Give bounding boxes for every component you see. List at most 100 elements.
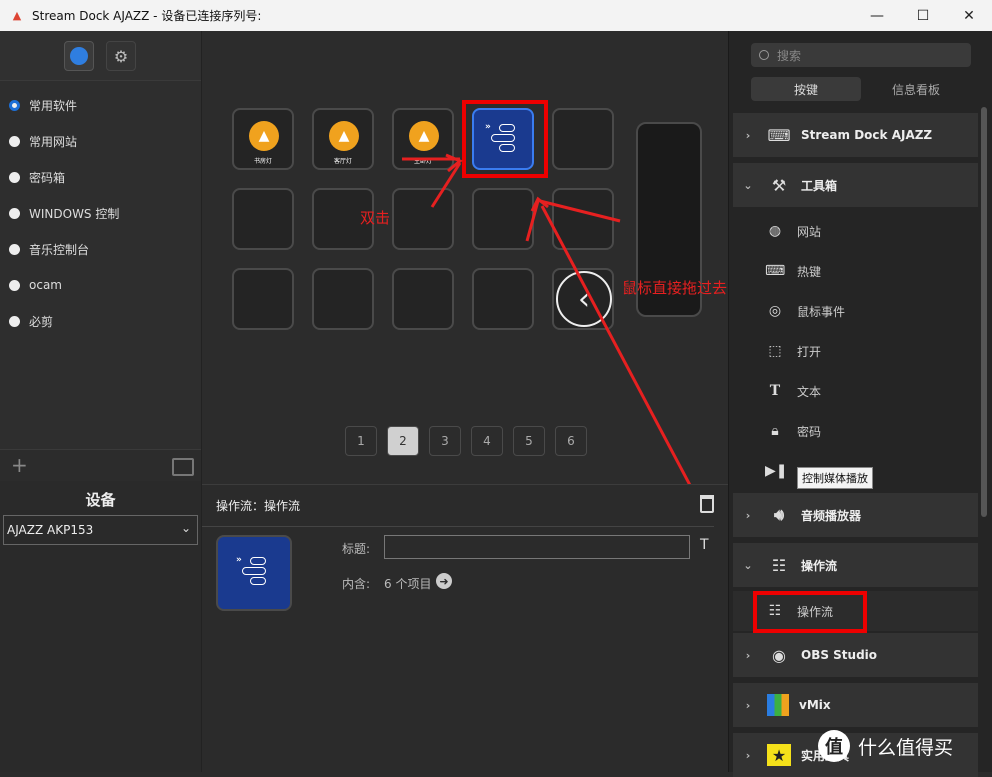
category-audio-player[interactable]: › 🔊︎ 音频播放器 (733, 493, 978, 537)
profile-item[interactable]: 密码箱 (0, 159, 201, 195)
profile-label: 常用软件 (29, 98, 78, 113)
profile-item[interactable]: WINDOWS 控制 (0, 195, 201, 231)
profile-item[interactable]: 音乐控制台 (0, 231, 201, 267)
profile-label: 音乐控制台 (29, 242, 90, 257)
action-label: 打开 (797, 344, 822, 359)
action-open[interactable]: ⬚ 打开 (733, 331, 978, 371)
chevron-right-icon: › (745, 648, 751, 662)
profile-actions-bar: + (0, 449, 201, 481)
tab-dashboard[interactable]: 信息看板 (861, 77, 971, 101)
radio-icon (9, 135, 20, 147)
category-obs[interactable]: › ◉ OBS Studio (733, 633, 978, 677)
profile-toolbar: ⚙ (0, 31, 201, 81)
arrow-right-icon[interactable]: ➜ (436, 573, 452, 589)
scrollbar[interactable] (981, 107, 987, 517)
page-button-active[interactable]: 2 (387, 426, 419, 456)
profile-label: WINDOWS 控制 (29, 206, 120, 221)
annotation-double-click: 双击 (360, 209, 391, 227)
action-password[interactable]: 🔒︎ 密码 (733, 411, 978, 451)
chevron-right-icon: › (745, 748, 751, 762)
close-button[interactable]: ✕ (946, 0, 992, 31)
action-website[interactable]: ◍ 网站 (733, 211, 978, 251)
watermark-text: 什么值得买 (858, 736, 954, 759)
action-label: 热键 (797, 264, 822, 279)
app-icon (70, 47, 88, 65)
contains-value: 6 个项目 (384, 577, 432, 591)
settings-button[interactable]: ⚙ (106, 41, 136, 71)
inspector-header: 操作流：操作流 (202, 485, 714, 527)
category-vmix[interactable]: › vMix (733, 683, 978, 727)
category-label: 操作流 (801, 558, 838, 573)
mouse-icon: ◎ (768, 303, 782, 319)
title-bar: ▲ Stream Dock AJAZZ - 设备已连接序列号: — ☐ ✕ (0, 0, 992, 31)
chevron-right-icon: › (745, 508, 751, 522)
add-profile-button[interactable]: + (11, 453, 28, 477)
play-pause-icon: ▶❚ (765, 463, 788, 479)
utility-icon: ★ (767, 744, 791, 766)
profile-item[interactable]: 常用网站 (0, 123, 201, 159)
text-icon: T (769, 383, 781, 399)
device-select-value: AJAZZ AKP153 (7, 523, 94, 537)
radio-icon (9, 315, 20, 327)
manage-profiles-icon[interactable] (172, 458, 194, 476)
category-label: vMix (799, 698, 831, 712)
radio-icon (9, 171, 20, 183)
category-flow[interactable]: ⌄ ☷ 操作流 (733, 543, 978, 587)
text-format-icon[interactable]: T (700, 537, 709, 553)
title-label: 标题: (342, 542, 371, 556)
action-label: 网站 (797, 224, 822, 239)
annotation-drag: 鼠标直接拖过去 (622, 279, 728, 297)
action-library: 搜索 按键 信息看板 › ⌨ Stream Dock AJAZZ ⌄ ⚒ 工具箱… (728, 31, 992, 777)
profile-item[interactable]: 常用软件 (0, 87, 201, 123)
vmix-icon (767, 694, 789, 716)
action-text[interactable]: T 文本 (733, 371, 978, 411)
trash-icon[interactable] (700, 495, 714, 513)
radio-icon (9, 207, 20, 219)
device-section: 设备 AJAZZ AKP153 ⌄ (0, 481, 201, 772)
hotkey-icon: ⌨ (765, 263, 786, 279)
action-mouse-event[interactable]: ◎ 鼠标事件 (733, 291, 978, 331)
page-button[interactable]: 4 (471, 426, 503, 456)
title-input[interactable] (384, 535, 690, 559)
device-heading: 设备 (85, 491, 116, 509)
chevron-down-icon: ⌄ (180, 521, 191, 535)
minimize-button[interactable]: — (854, 0, 900, 31)
action-inspector: 操作流：操作流 » 标题: T 内含: 6 个项目 ➜ (202, 484, 728, 772)
obs-icon: ◉ (772, 645, 786, 665)
page-selector: 1 2 3 4 5 6 (345, 426, 587, 456)
category-toolbox[interactable]: ⌄ ⚒ 工具箱 (733, 163, 978, 207)
deck-canvas: ▲ 书房灯 ▲ 客厅灯 ▲ 主卧灯 » ‹ 双击 鼠标直接拖过去 1 2 3 4… (202, 31, 728, 484)
profile-item[interactable]: ocam (0, 267, 201, 303)
page-button[interactable]: 5 (513, 426, 545, 456)
chevron-down-icon: ⌄ (743, 558, 753, 572)
window-title: Stream Dock AJAZZ - 设备已连接序列号: (32, 9, 262, 23)
app-home-button[interactable] (64, 41, 94, 71)
watermark-badge: 值 (818, 730, 850, 762)
globe-icon: ◍ (768, 223, 782, 239)
page-button[interactable]: 6 (555, 426, 587, 456)
maximize-button[interactable]: ☐ (900, 0, 946, 31)
page-button[interactable]: 1 (345, 426, 377, 456)
gear-icon: ⚙ (113, 46, 129, 66)
tab-keys[interactable]: 按键 (751, 77, 861, 101)
device-select[interactable]: AJAZZ AKP153 ⌄ (3, 515, 198, 545)
category-label: Stream Dock AJAZZ (801, 128, 933, 142)
search-input[interactable]: 搜索 (751, 43, 971, 67)
action-label: 密码 (797, 424, 822, 439)
profile-label: 密码箱 (29, 170, 66, 185)
profile-item[interactable]: 必剪 (0, 303, 201, 339)
toolbox-icon: ⚒ (771, 175, 787, 195)
page-button[interactable]: 3 (429, 426, 461, 456)
search-placeholder: 搜索 (777, 48, 802, 63)
action-label: 鼠标事件 (797, 304, 846, 319)
action-hotkey[interactable]: ⌨ 热键 (733, 251, 978, 291)
category-label: 音频播放器 (801, 508, 862, 523)
chevron-right-icon: › (745, 128, 751, 142)
inspector-key-preview: » (216, 535, 292, 611)
category-stream-dock[interactable]: › ⌨ Stream Dock AJAZZ (733, 113, 978, 157)
category-label: 工具箱 (801, 178, 838, 193)
lock-icon: 🔒︎ (771, 423, 779, 439)
speaker-icon: 🔊︎ (773, 505, 785, 524)
flow-icon: » (236, 555, 276, 591)
radio-icon (9, 243, 20, 255)
